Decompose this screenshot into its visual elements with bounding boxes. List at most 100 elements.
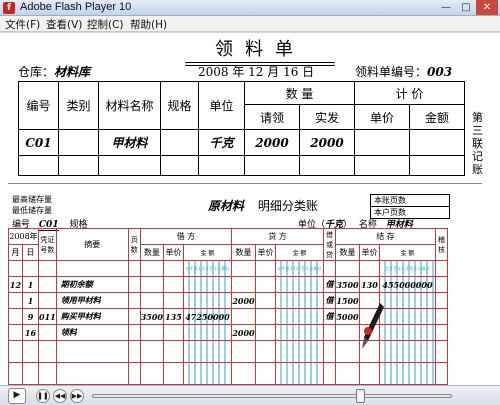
- col-balance-amount: 金 额: [378, 244, 436, 261]
- row-amount: [409, 129, 465, 156]
- cell-summary: 领料: [55, 324, 129, 341]
- col-credit-amount: 金 额: [274, 244, 324, 261]
- cell-balance-amount: [378, 292, 436, 309]
- row-spec: [160, 129, 199, 156]
- cell-voucher: 011: [38, 308, 57, 325]
- cell-dc: 借: [322, 292, 336, 309]
- max-stock-label: 最高储存量: [12, 195, 52, 204]
- col-name: 材料名称: [98, 81, 161, 130]
- col-debit: 借 方: [139, 228, 232, 245]
- progress-track[interactable]: [92, 394, 452, 398]
- table-row: 12 1 期初余额 借 3500 130 455000000: [8, 276, 448, 293]
- ledger-title: 原材料 明细分类账: [208, 197, 318, 214]
- requisition-title: 领料单: [160, 35, 360, 63]
- cell-credit-qty: 2000: [230, 292, 256, 309]
- col-spec: 规格: [160, 81, 199, 130]
- cell-debit-price: [162, 276, 184, 293]
- col-amount: 金额: [409, 104, 465, 130]
- col-voucher: 凭证号数: [38, 228, 57, 261]
- col-quantity: 数 量: [244, 81, 355, 105]
- col-unit: 单位: [198, 81, 245, 130]
- cell-debit-price: [162, 292, 184, 309]
- cell-summary: 领用甲材料: [55, 292, 129, 309]
- col-month: 月: [8, 244, 23, 261]
- pen-cursor-icon: [362, 303, 384, 349]
- col-debit-qty: 数量: [139, 244, 164, 261]
- warehouse-value: 材料库: [54, 65, 91, 79]
- flash-player-icon: f: [3, 2, 15, 14]
- cell-credit-qty: [230, 308, 256, 325]
- number-label: 领料单编号：: [355, 65, 428, 79]
- row-requested: 2000: [244, 129, 300, 156]
- requisition-date: 2008 年 12 月 16 日: [198, 65, 315, 79]
- col-balance-qty: 数量: [334, 244, 360, 261]
- cell-balance-amount: [378, 324, 436, 341]
- col-dc: 借或贷: [322, 228, 336, 261]
- pause-button[interactable]: ❚❚: [36, 389, 50, 403]
- cell-month: [8, 308, 23, 325]
- col-credit: 贷 方: [230, 228, 324, 245]
- row-unit-price: [354, 129, 410, 156]
- cell-summary: 期初余额: [55, 276, 129, 293]
- forward-button[interactable]: ▶▶: [70, 389, 84, 403]
- col-balance-price: 单价: [358, 244, 380, 261]
- menu-help[interactable]: 帮助(H): [130, 17, 167, 32]
- ledger-title-text: 明细分类账: [257, 199, 318, 213]
- cell-balance-amount: [378, 308, 436, 325]
- cell-dc: [322, 324, 336, 341]
- cell-debit-price: [162, 324, 184, 341]
- cell-balance-amount: 455000000: [378, 276, 436, 293]
- cell-debit-qty: [139, 292, 164, 309]
- cell-day: 9: [22, 308, 39, 325]
- title-bar: f Adobe Flash Player 10 — □ ✕: [0, 0, 500, 16]
- menu-control[interactable]: 控制(C): [87, 17, 124, 32]
- cell-voucher: [38, 292, 57, 309]
- col-credit-price: 单价: [254, 244, 276, 261]
- cell-balance-qty: 3500: [334, 276, 360, 293]
- rewind-button[interactable]: ◀◀: [53, 389, 67, 403]
- progress-thumb[interactable]: [356, 389, 365, 403]
- cell-month: [8, 324, 23, 341]
- player-controls: ▶ ❚❚ ◀◀ ▶▶: [0, 385, 500, 405]
- menu-file[interactable]: 文件(F): [5, 17, 40, 32]
- cell-credit-qty: 2000: [230, 324, 256, 341]
- cell-day: 16: [22, 324, 39, 341]
- cell-debit-amount: [182, 276, 232, 293]
- cell-debit-qty: [139, 324, 164, 341]
- cell-debit-amount: 47250000: [182, 308, 232, 325]
- col-requested: 请领: [244, 104, 300, 130]
- warehouse: 仓库：材料库: [18, 63, 90, 80]
- menu-view[interactable]: 查看(V): [46, 17, 82, 32]
- row-category: [58, 129, 99, 156]
- copy-label: 第三联 记账: [472, 111, 483, 176]
- col-category: 类别: [58, 81, 99, 130]
- minimize-button[interactable]: —: [436, 0, 456, 15]
- cell-debit-qty: [139, 276, 164, 293]
- cell-balance-qty: 1500: [334, 292, 360, 309]
- col-debit-price: 单价: [162, 244, 184, 261]
- col-page: 页数: [127, 228, 141, 261]
- cell-dc: 借: [322, 276, 336, 293]
- cell-month: [8, 292, 23, 309]
- col-price: 计 价: [354, 81, 465, 105]
- row-name: 甲材料: [98, 129, 161, 156]
- ledger-title-hand: 原材料: [208, 199, 245, 213]
- col-check: 稽核: [434, 228, 448, 261]
- col-issued: 实发: [299, 104, 355, 130]
- cell-balance-price: 130: [358, 276, 380, 293]
- maximize-button[interactable]: □: [456, 0, 476, 15]
- cell-dc: 借: [322, 308, 336, 325]
- number-value: 003: [427, 65, 453, 79]
- menu-bar: 文件(F) 查看(V) 控制(C) 帮助(H): [0, 16, 500, 32]
- min-stock-label: 最低储存量: [12, 206, 52, 215]
- col-balance: 结 存: [334, 228, 436, 245]
- cell-summary: 购买甲材料: [55, 308, 129, 325]
- close-button[interactable]: ✕: [476, 0, 498, 15]
- col-day: 日: [22, 244, 39, 261]
- col-year: 2008年: [8, 228, 39, 245]
- requisition-table: 编号 类别 材料名称 规格 单位 数 量 计 价 请领 实发 单价 金额 C01…: [18, 81, 465, 176]
- cell-balance-qty: [334, 324, 360, 341]
- col-code: 编号: [18, 81, 59, 130]
- flash-stage: 领料单 仓库：材料库 2008 年 12 月 16 日 领料单编号：003 编号…: [0, 33, 500, 385]
- play-button[interactable]: ▶: [8, 388, 26, 404]
